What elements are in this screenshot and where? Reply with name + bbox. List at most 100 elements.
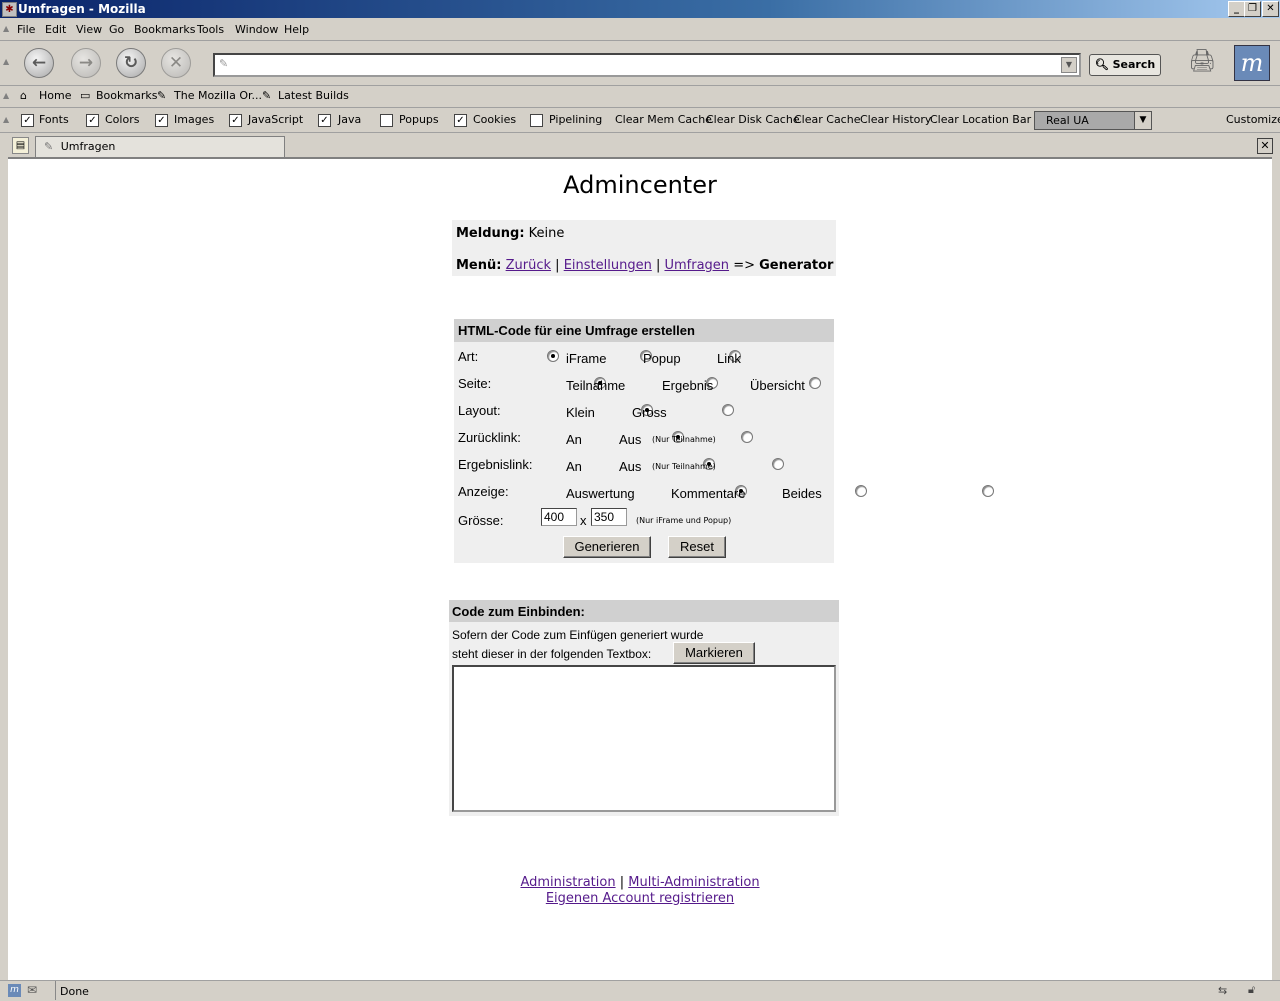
clear-location-bar-button[interactable]: Clear Location Bar	[930, 113, 1031, 126]
option-label: Kommentare	[671, 486, 746, 501]
chevron-down-icon[interactable]: ▼	[1134, 112, 1151, 129]
menu-separator: |	[555, 258, 560, 273]
forward-arrow-icon[interactable]: →	[71, 48, 101, 78]
search-button[interactable]: 🔍︎ Search	[1089, 54, 1161, 76]
menu-bookmarks[interactable]: Bookmarks	[134, 23, 195, 36]
meldung-row: Meldung: Keine	[456, 226, 564, 241]
clear-mem-cache-button[interactable]: Clear Mem Cache	[615, 113, 712, 126]
search-button-label: Search	[1112, 58, 1156, 71]
multi-administration-link[interactable]: Multi-Administration	[628, 875, 759, 890]
menu-go[interactable]: Go	[109, 23, 124, 36]
prefbar-toolbar: ▲ ✓ Fonts ✓ Colors ✓ Images ✓ JavaScript…	[0, 108, 1280, 133]
clear-disk-cache-button[interactable]: Clear Disk Cache	[706, 113, 800, 126]
generate-button[interactable]: Generieren	[563, 536, 651, 558]
mail-icon[interactable]: ✉	[27, 983, 37, 997]
sidebar-splitter[interactable]	[0, 157, 8, 980]
javascript-checkbox[interactable]: ✓	[229, 114, 242, 127]
stop-icon[interactable]: ✕	[161, 48, 191, 78]
bookmarks-button[interactable]: Bookmarks	[96, 89, 157, 102]
form-heading: HTML-Code für eine Umfrage erstellen	[458, 323, 695, 338]
url-dropdown-icon[interactable]: ▼	[1061, 57, 1077, 73]
menu-separator: |	[655, 258, 661, 273]
popups-checkbox[interactable]	[380, 114, 393, 127]
status-bar: m ✉ Done ⇆ 🔓︎	[0, 980, 1280, 1001]
menubar-grip-icon[interactable]: ▲	[3, 24, 9, 33]
bookmark-icon: ✎	[157, 89, 167, 102]
minimize-button[interactable]: _	[1228, 1, 1245, 17]
menu-current-generator: Generator	[759, 258, 834, 273]
tab-umfragen[interactable]: ✎ Umfragen	[35, 136, 285, 158]
width-input[interactable]	[541, 508, 577, 526]
menu-link-einstellungen[interactable]: Einstellungen	[564, 258, 652, 273]
back-arrow-icon[interactable]: ←	[24, 48, 54, 78]
navigator-icon[interactable]: m	[8, 984, 21, 997]
fonts-checkbox[interactable]: ✓	[21, 114, 34, 127]
radio-layout-gross[interactable]	[722, 404, 735, 416]
menu-link-umfragen[interactable]: Umfragen	[664, 258, 729, 273]
page-proxy-icon: ✎	[219, 57, 229, 70]
url-bar[interactable]: ✎ ▼	[213, 53, 1081, 77]
fonts-label: Fonts	[39, 113, 69, 126]
radio-zuruecklink-aus[interactable]	[740, 431, 753, 443]
option-label: Gross	[632, 405, 667, 420]
code-textarea[interactable]	[452, 665, 836, 812]
menu-bar: ▲ File Edit View Go Bookmarks Tools Wind…	[0, 18, 1280, 41]
user-agent-select[interactable]: Real UA ▼	[1034, 111, 1152, 130]
online-status-icon[interactable]: ⇆	[1218, 984, 1227, 997]
mozilla-throbber-icon[interactable]: m	[1234, 45, 1270, 81]
clear-cache-button[interactable]: Clear Cache	[794, 113, 860, 126]
height-input[interactable]	[591, 508, 627, 526]
persbar-grip-icon[interactable]: ▲	[3, 91, 9, 100]
java-checkbox[interactable]: ✓	[318, 114, 331, 127]
mozilla-org-bookmark[interactable]: The Mozilla Or...	[174, 89, 262, 102]
print-icon[interactable]: 🖨︎	[1188, 49, 1216, 74]
pipelining-label: Pipelining	[549, 113, 603, 126]
navbar-grip-icon[interactable]: ▲	[3, 57, 9, 66]
clear-history-button[interactable]: Clear History	[860, 113, 931, 126]
ergebnislink-label: Ergebnislink:	[458, 457, 533, 472]
folder-icon: ▭	[80, 89, 91, 102]
code-info-line1: Sofern der Code zum Einfügen generiert w…	[452, 628, 704, 642]
option-label: Aus	[619, 459, 642, 474]
reload-icon[interactable]: ↻	[116, 48, 146, 78]
status-divider	[55, 981, 56, 1000]
register-account-link[interactable]: Eigenen Account registrieren	[546, 891, 734, 906]
cookies-checkbox[interactable]: ✓	[454, 114, 467, 127]
markieren-button[interactable]: Markieren	[673, 642, 755, 664]
menu-edit[interactable]: Edit	[45, 23, 66, 36]
latest-builds-bookmark[interactable]: Latest Builds	[278, 89, 349, 102]
maximize-button[interactable]: ❐	[1244, 1, 1261, 17]
menu-help[interactable]: Help	[284, 23, 309, 36]
radio-ergebnislink-aus[interactable]	[771, 458, 784, 470]
close-window-button[interactable]: ✕	[1262, 1, 1279, 17]
right-frame-border	[1272, 157, 1280, 980]
pipelining-checkbox[interactable]	[530, 114, 543, 127]
option-label: iFrame	[566, 351, 607, 366]
menu-file[interactable]: File	[17, 23, 35, 36]
javascript-label: JavaScript	[248, 113, 304, 126]
administration-link[interactable]: Administration	[520, 875, 615, 890]
layout-label: Layout:	[458, 403, 501, 418]
reset-button[interactable]: Reset	[668, 536, 726, 558]
close-tab-icon[interactable]: ✕	[1257, 138, 1273, 154]
menu-tools[interactable]: Tools	[197, 23, 224, 36]
images-checkbox[interactable]: ✓	[155, 114, 168, 127]
prefbar-grip-icon[interactable]: ▲	[3, 115, 9, 124]
new-tab-icon[interactable]: ▤	[12, 137, 29, 154]
home-button[interactable]: Home	[39, 89, 71, 102]
radio-anzeige-kommentare[interactable]	[855, 485, 868, 497]
radio-anzeige-beides[interactable]	[981, 485, 994, 497]
popups-label: Popups	[399, 113, 439, 126]
menu-link-zurueck[interactable]: Zurück	[506, 258, 551, 273]
status-panel: Meldung: Keine Menü: Zurück | Einstellun…	[452, 220, 836, 276]
colors-checkbox[interactable]: ✓	[86, 114, 99, 127]
menu-window[interactable]: Window	[235, 23, 278, 36]
radio-seite-uebersicht[interactable]	[809, 377, 822, 389]
seite-label: Seite:	[458, 376, 492, 391]
radio-art-iframe[interactable]	[547, 350, 559, 362]
customize-button[interactable]: Customize	[1226, 113, 1280, 126]
menu-view[interactable]: View	[76, 23, 102, 36]
art-label: Art:	[458, 349, 479, 364]
url-input[interactable]	[235, 55, 1055, 73]
option-label: An	[566, 459, 582, 474]
